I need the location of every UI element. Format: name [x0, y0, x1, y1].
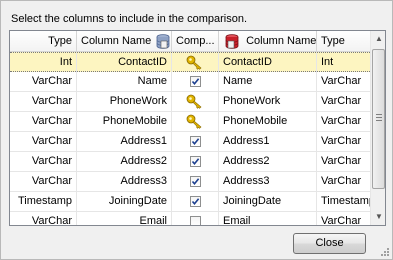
dialog-window: Select the columns to include in the com… [0, 0, 393, 260]
compare-cell[interactable] [172, 192, 219, 211]
table-row[interactable]: VarChar Name Name VarChar [10, 72, 370, 92]
column-name-left-cell: Address1 [77, 132, 172, 151]
column-name-right-cell: PhoneMobile [219, 112, 317, 131]
column-name-left-cell: PhoneMobile [77, 112, 172, 131]
column-name-right-cell: ContactID [219, 53, 317, 72]
compare-cell[interactable] [172, 212, 219, 225]
compare-checkbox[interactable] [190, 196, 201, 207]
header-type-left[interactable]: Type [10, 31, 77, 51]
type-right-cell: VarChar [321, 175, 362, 187]
compare-cell[interactable] [172, 72, 219, 91]
header-type-right[interactable]: Type [317, 31, 370, 51]
key-icon[interactable] [186, 55, 204, 72]
type-left-cell: Int [10, 53, 77, 72]
column-name-left-cell: Name [77, 72, 172, 91]
type-right-cell: Int [321, 56, 334, 68]
scroll-down-icon[interactable]: ▼ [371, 209, 385, 225]
column-name-right-cell: Address3 [219, 172, 317, 191]
table-row[interactable]: VarChar PhoneWork PhoneWork VarChar [10, 92, 370, 112]
type-left-cell: VarChar [10, 172, 77, 191]
type-left-cell: VarChar [10, 212, 77, 225]
type-left-cell: VarChar [10, 152, 77, 171]
scroll-up-icon[interactable]: ▲ [371, 31, 385, 47]
column-name-right-cell: Address1 [219, 132, 317, 151]
compare-cell[interactable] [172, 152, 219, 171]
close-button[interactable]: Close [293, 233, 366, 254]
vertical-scrollbar[interactable]: ▲ ▼ [370, 31, 385, 225]
resize-grip-icon[interactable] [380, 247, 390, 257]
type-left-cell: VarChar [10, 112, 77, 131]
database-icon [156, 33, 170, 49]
table-row[interactable]: VarChar Address2 Address2 VarChar [10, 152, 370, 172]
table-row[interactable]: VarChar PhoneMobile PhoneMobile VarChar [10, 112, 370, 132]
column-name-right-cell: Email [219, 212, 317, 225]
type-right-cell: VarChar [321, 75, 362, 87]
scroll-thumb[interactable] [372, 49, 385, 189]
key-icon[interactable] [186, 94, 204, 111]
header-column-name-right-label: Column Name [246, 35, 317, 47]
column-name-left-cell: PhoneWork [77, 92, 172, 111]
grid-header: Type Column Name Comp... Column Name Typ… [10, 31, 370, 52]
key-icon[interactable] [186, 114, 204, 131]
column-name-right-cell: Address2 [219, 152, 317, 171]
header-column-name-left-label: Column Name [81, 35, 152, 47]
column-name-left-cell: JoiningDate [77, 192, 172, 211]
type-left-cell: VarChar [10, 72, 77, 91]
compare-cell[interactable] [172, 112, 219, 131]
column-name-right-cell: PhoneWork [219, 92, 317, 111]
compare-cell[interactable] [172, 172, 219, 191]
compare-checkbox[interactable] [190, 136, 201, 147]
column-name-left-cell: Email [77, 212, 172, 225]
type-left-cell: Timestamp [10, 192, 77, 211]
table-row[interactable]: Int ContactID ContactID Int [10, 52, 370, 72]
grid-content: Type Column Name Comp... Column Name Typ… [10, 31, 370, 225]
database-icon [225, 33, 239, 49]
compare-cell[interactable] [172, 132, 219, 151]
column-name-left-cell: Address3 [77, 172, 172, 191]
type-right-cell: VarChar [321, 95, 362, 107]
compare-checkbox[interactable] [190, 76, 201, 87]
type-right-cell: VarChar [321, 135, 362, 147]
column-name-left-cell: Address2 [77, 152, 172, 171]
compare-cell[interactable] [172, 53, 219, 72]
column-name-right-cell: JoiningDate [219, 192, 317, 211]
column-name-right-cell: Name [219, 72, 317, 91]
compare-checkbox[interactable] [190, 216, 201, 225]
type-right-cell: VarChar [321, 155, 362, 167]
table-row[interactable]: Timestamp JoiningDate JoiningDate Timestamp [10, 192, 370, 212]
instruction-text: Select the columns to include in the com… [11, 13, 248, 25]
type-left-cell: VarChar [10, 132, 77, 151]
header-column-name-right[interactable]: Column Name [219, 31, 317, 51]
type-right-cell: VarChar [321, 215, 362, 226]
header-compare[interactable]: Comp... [172, 31, 219, 51]
column-grid[interactable]: Type Column Name Comp... Column Name Typ… [9, 30, 386, 226]
grip-icon [376, 114, 382, 123]
table-row[interactable]: VarChar Address3 Address3 VarChar [10, 172, 370, 192]
compare-checkbox[interactable] [190, 176, 201, 187]
table-row[interactable]: VarChar Email Email VarChar [10, 212, 370, 226]
type-right-cell: VarChar [321, 115, 362, 127]
type-left-cell: VarChar [10, 92, 77, 111]
table-row[interactable]: VarChar Address1 Address1 VarChar [10, 132, 370, 152]
compare-cell[interactable] [172, 92, 219, 111]
compare-checkbox[interactable] [190, 156, 201, 167]
type-right-cell: Timestamp [321, 195, 370, 207]
column-name-left-cell: ContactID [77, 53, 172, 72]
header-column-name-left[interactable]: Column Name [77, 31, 172, 51]
